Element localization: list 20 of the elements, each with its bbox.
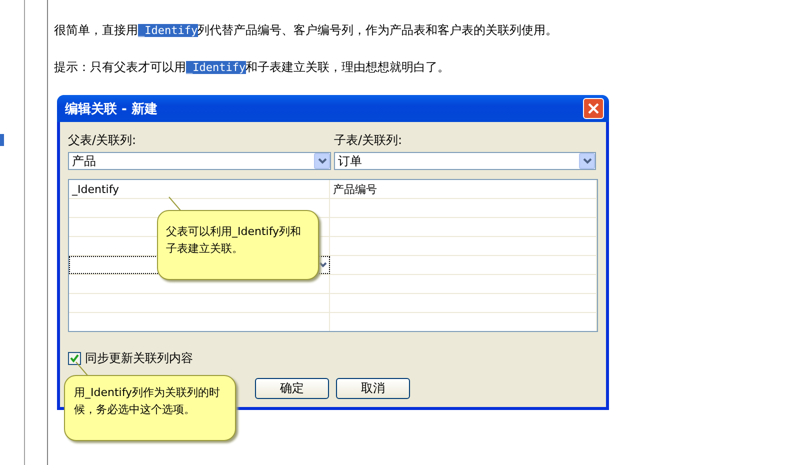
dropdown-button[interactable]	[579, 153, 595, 169]
tooltip-callout: 用_Identify列作为关联列的时候，务必选中这个选项。	[64, 375, 236, 441]
checkbox-label: 同步更新关联列内容	[85, 350, 193, 367]
tooltip-callout: 父表可以利用_Identify列和子表建立关联。	[157, 210, 319, 280]
close-button[interactable]	[583, 98, 604, 119]
dialog-button[interactable]: 取消	[336, 378, 410, 399]
window-title: 编辑关联 - 新建	[65, 100, 158, 118]
close-icon[interactable]	[588, 103, 599, 114]
table-cell: _Identify	[72, 182, 120, 196]
field-label: 子表/关联列:	[334, 132, 404, 149]
table-cell: 产品编号	[333, 182, 377, 196]
field-label: 父表/关联列:	[68, 132, 138, 149]
dropdown-button[interactable]	[314, 153, 330, 169]
checkbox[interactable]	[68, 352, 81, 365]
table-dropdown[interactable]: 产品	[68, 152, 331, 170]
marker-icon	[0, 134, 4, 146]
chevron-down-icon	[582, 158, 592, 164]
table-dropdown[interactable]: 订单	[334, 152, 596, 170]
dialog-button[interactable]: 确定	[255, 378, 329, 399]
chevron-down-icon	[318, 158, 326, 164]
